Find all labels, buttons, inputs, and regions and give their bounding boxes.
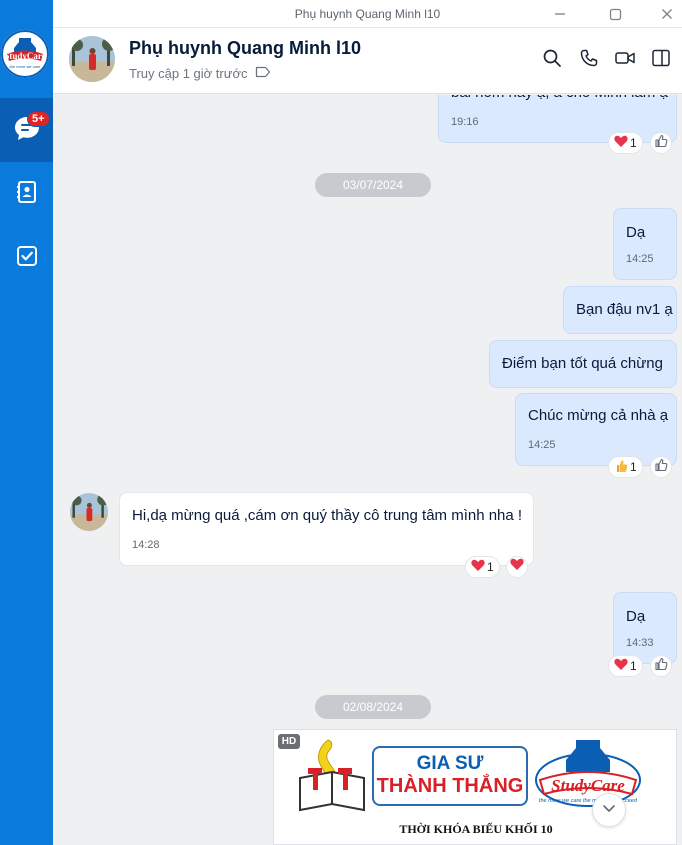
thumbs-up-emoji-icon [614, 459, 628, 476]
heart-icon [471, 559, 485, 575]
reaction-count: 1 [630, 460, 637, 474]
vietnam-map-book-logo [298, 738, 366, 819]
nav-messages[interactable]: 5+ [0, 98, 53, 162]
message-bubble-outgoing[interactable]: Bạn đậu nv1 ạ [563, 286, 677, 334]
message-time: 14:28 [132, 539, 160, 551]
message-bubble-outgoing[interactable]: Dạ 14:25 [613, 208, 677, 280]
heart-icon [614, 658, 628, 674]
unread-messages-badge: 5+ [27, 111, 50, 127]
chevron-down-icon [601, 800, 617, 821]
react-like-button[interactable] [650, 456, 672, 478]
message-bubble-outgoing[interactable]: bài hôm nay ạ, a cho Minh làm ạ 19:16 [438, 95, 677, 143]
thumbs-up-icon [654, 657, 668, 676]
checkbox-icon [14, 243, 40, 274]
last-seen-text: Truy cập 1 giờ trước [129, 66, 248, 81]
toggle-info-panel-button[interactable] [649, 48, 673, 72]
studycare-image-logo: StudyCare the more we care the more you … [532, 736, 644, 817]
message-time: 14:33 [626, 637, 654, 649]
reaction-count: 1 [487, 560, 494, 574]
reaction-pill[interactable]: 1 [608, 456, 643, 478]
date-separator: 02/08/2024 [315, 695, 431, 719]
phone-icon [579, 48, 599, 73]
reaction-pill[interactable]: 1 [608, 655, 643, 677]
message-text: Dạ [626, 224, 646, 241]
reaction-count: 1 [630, 136, 637, 150]
brand-line-2: THÀNH THẮNG [376, 775, 524, 797]
message-bubble-outgoing[interactable]: Dạ 14:33 [613, 592, 677, 664]
heart-icon [510, 558, 524, 576]
window-title: Phụ huynh Quang Minh l10 [294, 7, 441, 21]
message-time: 14:25 [626, 253, 654, 265]
reaction-pill[interactable]: 1 [465, 556, 500, 578]
message-bubble-outgoing[interactable]: Chúc mừng cả nhà ạ 14:25 [515, 393, 677, 466]
sidebar-panel-icon [651, 48, 671, 73]
nav-contacts[interactable] [0, 162, 53, 226]
message-text: Chúc mừng cả nhà ạ [528, 407, 669, 424]
react-like-button[interactable] [650, 132, 672, 154]
contact-status-row: Truy cập 1 giờ trước [129, 66, 271, 81]
message-bubble-incoming[interactable]: Hi,dạ mừng quá ,cám ơn quý thầy cô trung… [119, 492, 534, 566]
brand-line-1: GIA SƯ [416, 753, 484, 774]
tag-label-icon[interactable] [255, 66, 271, 81]
gia-su-thanh-thang-logo: GIA SƯ THÀNH THẮNG [372, 746, 528, 806]
message-time: 19:16 [451, 116, 479, 128]
message-bubble-outgoing[interactable]: Điểm bạn tốt quá chừng [489, 340, 677, 388]
reaction-count: 1 [630, 659, 637, 673]
video-call-button[interactable] [613, 48, 637, 72]
thumbs-up-icon [654, 134, 668, 153]
maximize-button[interactable] [604, 4, 626, 24]
message-text: Bạn đậu nv1 ạ [576, 301, 673, 318]
scroll-to-bottom-button[interactable] [592, 793, 626, 827]
window-title-bar: Phụ huynh Quang Minh l10 [53, 0, 682, 28]
reaction-pill[interactable]: 1 [608, 132, 643, 154]
react-like-button[interactable] [650, 655, 672, 677]
studycare-logo[interactable]: StudyCare the more we care [1, 30, 49, 78]
contact-name[interactable]: Phụ huynh Quang Minh l10 [129, 38, 361, 59]
thumbs-up-icon [654, 458, 668, 477]
message-text: Điểm bạn tốt quá chừng [502, 355, 663, 372]
search-button[interactable] [540, 48, 564, 72]
react-heart-button[interactable] [506, 556, 528, 578]
svg-text:StudyCare: StudyCare [4, 51, 45, 61]
video-camera-icon [614, 48, 636, 73]
voice-call-button[interactable] [577, 48, 601, 72]
message-text: bài hôm nay ạ, a cho Minh làm ạ [451, 95, 668, 103]
heart-icon [614, 135, 628, 151]
search-icon [542, 48, 562, 73]
message-text: Dạ [626, 608, 646, 625]
nav-todo[interactable] [0, 226, 53, 290]
contact-avatar[interactable] [69, 36, 115, 82]
chat-header: Phụ huynh Quang Minh l10 Truy cập 1 giờ … [53, 28, 682, 94]
image-message[interactable]: HD GIA SƯ THÀNH THẮNG StudyCare the more… [273, 729, 677, 845]
message-text: Hi,dạ mừng quá ,cám ơn quý thầy cô trung… [132, 507, 523, 524]
minimize-button[interactable] [549, 4, 571, 24]
date-separator: 03/07/2024 [315, 173, 431, 197]
contacts-book-icon [14, 179, 40, 210]
hd-badge: HD [278, 734, 300, 749]
message-time: 14:25 [528, 439, 556, 451]
sender-avatar[interactable] [70, 493, 108, 531]
message-list[interactable]: bài hôm nay ạ, a cho Minh làm ạ 19:16 1 … [53, 95, 682, 845]
left-navigation-rail: StudyCare the more we care 5+ [0, 0, 53, 845]
svg-text:StudyCare: StudyCare [551, 776, 625, 795]
close-button[interactable] [656, 4, 678, 24]
svg-text:the more we care: the more we care [10, 64, 42, 69]
